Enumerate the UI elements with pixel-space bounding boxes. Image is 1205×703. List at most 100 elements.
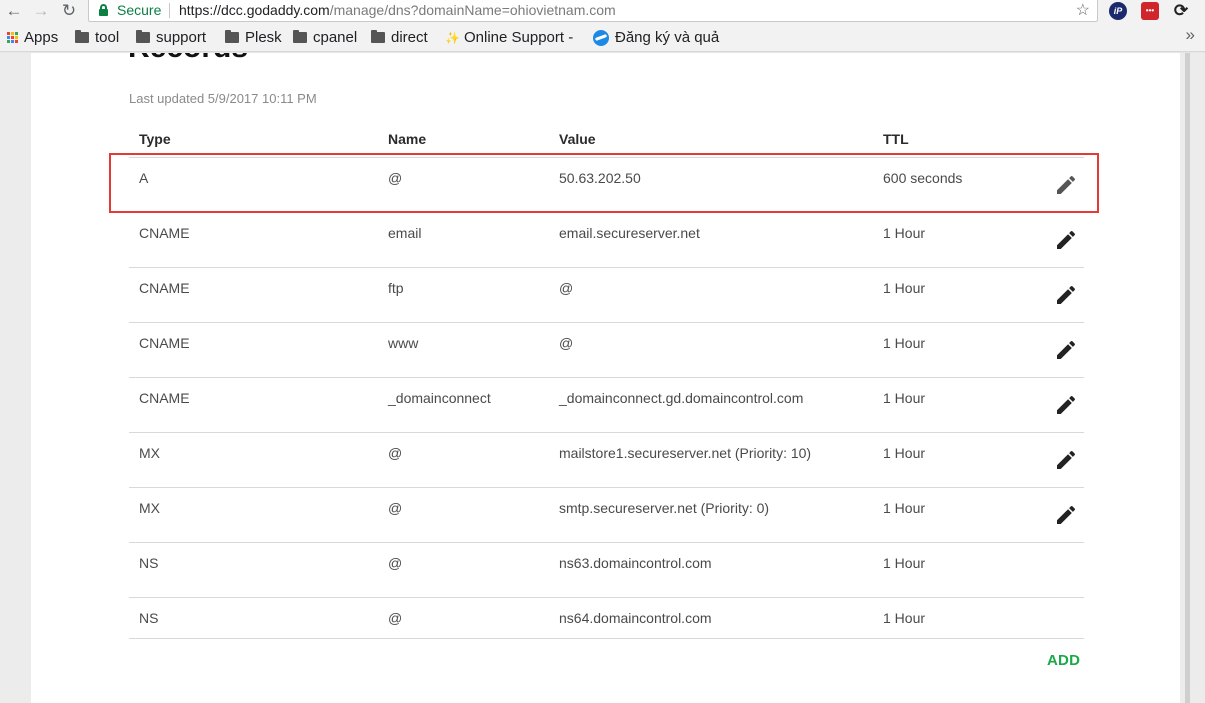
record-value-cell: ns64.domaincontrol.com (559, 610, 712, 626)
more-bookmarks-icon[interactable]: » (1186, 25, 1195, 45)
record-name-cell: @ (388, 610, 403, 626)
lock-icon (99, 4, 108, 16)
table-row: CNAME _domainconnect _domainconnect.gd.dom… (129, 378, 1084, 433)
record-type-cell: NS (139, 610, 159, 626)
record-value-cell: 50.63.202.50 (559, 170, 641, 186)
record-type-cell: MX (139, 445, 160, 461)
table-row: A @50.63.202.50 600 seconds (129, 158, 1084, 213)
bookmark-label: Online Support - (464, 29, 574, 46)
bookmark-label: Đăng ký và quả (615, 29, 720, 46)
address-bar[interactable]: Secure https://dcc.godaddy.com/manage/dn… (88, 0, 1098, 22)
record-ttl-cell: 1 Hour (883, 555, 926, 571)
forward-arrow-icon[interactable]: → (30, 0, 52, 22)
bookmark-apps[interactable]: Apps (7, 29, 58, 46)
bookmark-star-icon[interactable]: ☆ (1076, 0, 1090, 21)
record-name-cell: ftp (388, 280, 404, 296)
page-viewport: Records Last updated 5/9/2017 10:11 PM T… (0, 53, 1205, 703)
edit-record-button[interactable] (1049, 282, 1083, 312)
bookmark-label: Apps (24, 29, 59, 46)
column-header-ttl: TTL (883, 131, 909, 147)
folder-icon (225, 30, 239, 43)
record-type-cell: NS (139, 555, 159, 571)
record-ttl-cell: 1 Hour (883, 610, 926, 626)
apps-grid-icon (7, 32, 18, 43)
edit-record-button[interactable] (1049, 172, 1083, 202)
globe-icon (593, 29, 609, 46)
record-type-cell: CNAME (139, 335, 190, 351)
bookmark-label: tool (95, 29, 120, 46)
page-scrollbar[interactable] (1183, 53, 1205, 703)
ip-extension-icon[interactable]: iP (1109, 2, 1127, 20)
online-support-icon: ✨ (445, 30, 460, 45)
record-value-cell: @ (559, 280, 574, 296)
pencil-icon (1054, 283, 1078, 312)
column-header-name: Name (388, 131, 427, 147)
record-value-cell: email.secureserver.net (559, 225, 700, 241)
table-body: A @50.63.202.50 600 seconds CNAME email email… (129, 158, 1084, 639)
pencil-icon (1054, 503, 1078, 532)
bookmark-tool[interactable]: tool (75, 29, 119, 46)
record-name-cell: @ (388, 445, 403, 461)
record-value-cell: ns63.domaincontrol.com (559, 555, 712, 571)
last-updated-text: Last updated 5/9/2017 10:11 PM (129, 91, 317, 106)
bookmark-direct[interactable]: direct (371, 29, 428, 46)
table-row: MX @ mailstore1.secureserver.net (Priority… (129, 433, 1084, 488)
table-row: CNAME ftp @1 Hour (129, 268, 1084, 323)
record-ttl-cell: 1 Hour (883, 280, 926, 296)
folder-icon (371, 30, 385, 43)
record-name-cell: @ (388, 500, 403, 516)
record-type-cell: CNAME (139, 390, 190, 406)
add-record-button[interactable]: ADD (1047, 652, 1080, 669)
record-value-cell: mailstore1.secureserver.net (Priority: 1… (559, 445, 812, 461)
browser-toolbar: ← → ↻ Secure https://dcc.godaddy.com/man… (0, 0, 1205, 24)
bookmark-dang-ky[interactable]: Đăng ký và quả (593, 29, 719, 46)
back-arrow-icon[interactable]: ← (3, 0, 25, 22)
bookmark-online-support[interactable]: ✨ Online Support - (445, 29, 573, 46)
edit-record-button[interactable] (1049, 227, 1083, 257)
edit-record-button[interactable] (1049, 502, 1083, 532)
secure-label: Secure (117, 2, 162, 18)
table-row: CNAME www @1 Hour (129, 323, 1084, 378)
folder-icon (75, 30, 89, 43)
dns-records-table: Type Name Value TTL A @50.63.202.50 600 se… (129, 130, 1084, 639)
column-header-value: Value (559, 131, 596, 147)
pencil-icon (1054, 228, 1078, 257)
bookmark-cpanel[interactable]: cpanel (293, 29, 357, 46)
url-text[interactable]: https://dcc.godaddy.com/manage/dns?domai… (179, 2, 616, 18)
record-type-cell: MX (139, 500, 160, 516)
table-row: CNAME email email.secureserver.net 1 Hour (129, 213, 1084, 268)
bookmark-plesk[interactable]: Plesk (225, 29, 282, 46)
red-extension-icon[interactable]: ••• (1141, 2, 1159, 20)
folder-icon (136, 30, 150, 43)
dns-records-card: Records Last updated 5/9/2017 10:11 PM T… (31, 53, 1180, 703)
pencil-icon (1054, 173, 1078, 202)
record-ttl-cell: 600 seconds (883, 170, 963, 186)
record-name-cell: _domainconnect (388, 390, 491, 406)
record-value-cell: _domainconnect.gd.domaincontrol.com (559, 390, 804, 406)
record-ttl-cell: 1 Hour (883, 335, 926, 351)
reload-icon[interactable]: ↻ (58, 0, 80, 22)
folder-icon (293, 30, 307, 43)
bookmark-label: direct (391, 29, 428, 46)
sync-extension-icon[interactable]: ⟳ (1172, 2, 1190, 20)
table-row: MX @ smtp.secureserver.net (Priority: 0) 1 … (129, 488, 1084, 543)
edit-record-button[interactable] (1049, 337, 1083, 367)
record-ttl-cell: 1 Hour (883, 225, 926, 241)
record-ttl-cell: 1 Hour (883, 390, 926, 406)
bookmark-label: Plesk (245, 29, 282, 46)
bookmarks-bar: Apps tool support Plesk cpanel direct ✨ … (0, 24, 1205, 52)
bookmark-label: support (156, 29, 207, 46)
edit-record-button[interactable] (1049, 392, 1083, 422)
record-value-cell: @ (559, 335, 574, 351)
record-ttl-cell: 1 Hour (883, 445, 926, 461)
record-value-cell: smtp.secureserver.net (Priority: 0) (559, 500, 770, 516)
bookmark-support[interactable]: support (136, 29, 206, 46)
record-type-cell: CNAME (139, 225, 190, 241)
pencil-icon (1054, 448, 1078, 477)
record-name-cell: @ (388, 555, 403, 571)
pencil-icon (1054, 338, 1078, 367)
records-title: Records (128, 53, 248, 65)
pencil-icon (1054, 393, 1078, 422)
record-type-cell: A (139, 170, 149, 186)
edit-record-button[interactable] (1049, 447, 1083, 477)
